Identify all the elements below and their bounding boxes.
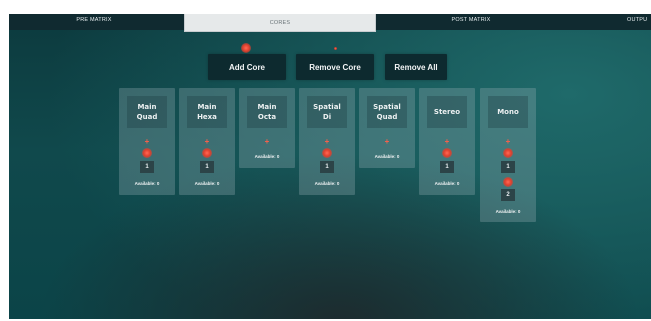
available-count: Available: 0 bbox=[434, 181, 460, 186]
remove-all-button[interactable]: Remove All bbox=[385, 54, 447, 80]
core-title: Main Quad bbox=[127, 96, 167, 128]
red-indicator-dot bbox=[241, 43, 251, 53]
slot-item[interactable]: 2 bbox=[501, 189, 515, 201]
add-slot-button[interactable]: + bbox=[480, 138, 536, 146]
add-slot-button[interactable]: + bbox=[179, 138, 235, 146]
slot-dot bbox=[503, 148, 513, 158]
available-count: Available: 0 bbox=[495, 209, 521, 214]
cores-app: PRE MATRIX CORES POST MATRIX OUTPU Add C… bbox=[9, 14, 651, 319]
slot-item[interactable]: 1 bbox=[140, 161, 154, 173]
core-title: Spatial Quad bbox=[367, 96, 407, 128]
available-count: Available: 0 bbox=[134, 181, 160, 186]
slot-item[interactable]: 1 bbox=[320, 161, 334, 173]
core-card-spatial-di: Spatial Di + 1 Available: 0 bbox=[299, 88, 355, 195]
available-count: Available: 0 bbox=[254, 154, 280, 159]
add-slot-button[interactable]: + bbox=[239, 138, 295, 146]
slot-item[interactable]: 1 bbox=[200, 161, 214, 173]
add-slot-button[interactable]: + bbox=[299, 138, 355, 146]
slot-dot bbox=[142, 148, 152, 158]
slot-item[interactable]: 1 bbox=[501, 161, 515, 173]
core-card-main-quad: Main Quad + 1 Available: 0 bbox=[119, 88, 175, 195]
add-slot-button[interactable]: + bbox=[419, 138, 475, 146]
add-slot-button[interactable]: + bbox=[119, 138, 175, 146]
available-count: Available: 0 bbox=[314, 181, 340, 186]
slot-dot bbox=[442, 148, 452, 158]
slot-item[interactable]: 1 bbox=[440, 161, 454, 173]
slot-dot bbox=[503, 177, 513, 187]
tab-output[interactable]: OUTPU bbox=[627, 14, 651, 30]
core-card-spatial-quad: Spatial Quad + Available: 0 bbox=[359, 88, 415, 168]
tab-pre-matrix[interactable]: PRE MATRIX bbox=[64, 14, 124, 30]
core-title: Mono bbox=[488, 96, 528, 128]
add-slot-button[interactable]: + bbox=[359, 138, 415, 146]
tab-post-matrix[interactable]: POST MATRIX bbox=[441, 14, 501, 30]
red-indicator-dot-small bbox=[334, 47, 337, 50]
tab-bar: PRE MATRIX CORES POST MATRIX OUTPU bbox=[9, 14, 651, 32]
core-title: Spatial Di bbox=[307, 96, 347, 128]
add-core-button[interactable]: Add Core bbox=[208, 54, 286, 80]
slot-dot bbox=[322, 148, 332, 158]
core-title: Main Hexa bbox=[187, 96, 227, 128]
core-card-main-hexa: Main Hexa + 1 Available: 0 bbox=[179, 88, 235, 195]
core-title: Stereo bbox=[427, 96, 467, 128]
remove-core-button[interactable]: Remove Core bbox=[296, 54, 374, 80]
core-card-mono: Mono + 1 2 Available: 0 bbox=[480, 88, 536, 222]
available-count: Available: 0 bbox=[194, 181, 220, 186]
core-title: Main Octa bbox=[247, 96, 287, 128]
core-card-stereo: Stereo + 1 Available: 0 bbox=[419, 88, 475, 195]
available-count: Available: 0 bbox=[374, 154, 400, 159]
core-card-main-octa: Main Octa + Available: 0 bbox=[239, 88, 295, 168]
tab-cores[interactable]: CORES bbox=[184, 14, 376, 32]
slot-dot bbox=[202, 148, 212, 158]
